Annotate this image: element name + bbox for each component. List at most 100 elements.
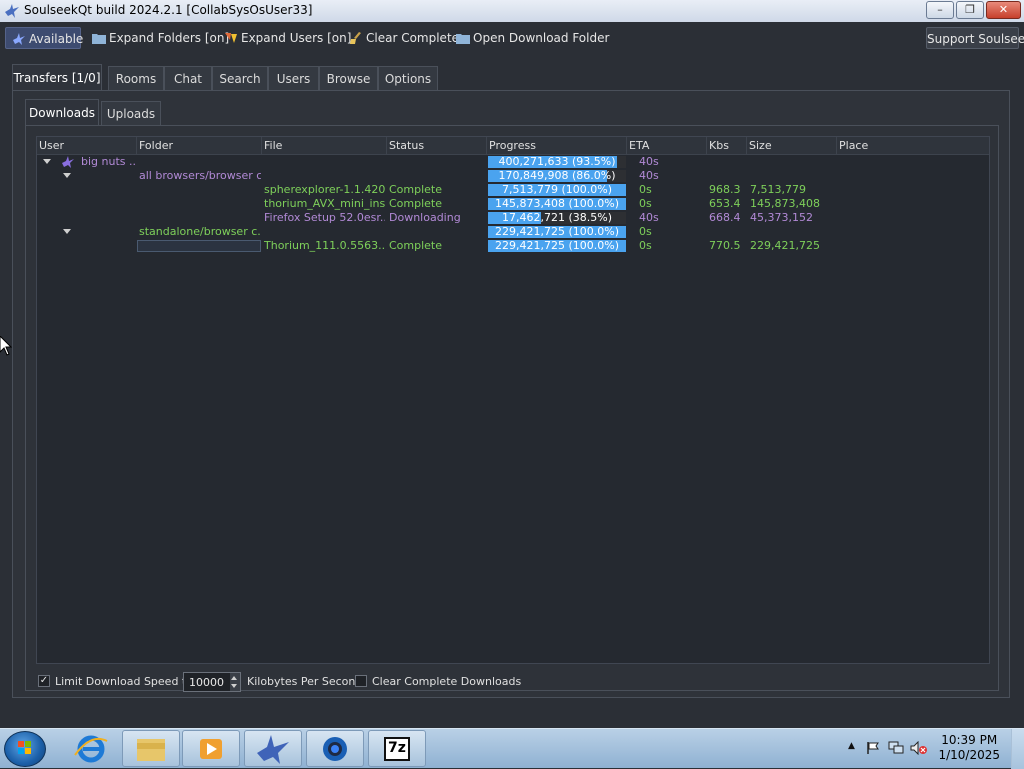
file-cell bbox=[264, 155, 385, 169]
tree-row[interactable]: big nuts ... 400,271,633 (93.5%) 40s bbox=[37, 155, 989, 169]
progress-text: 400,271,633 (93.5%) bbox=[498, 155, 616, 168]
close-button[interactable]: ✕ bbox=[986, 1, 1021, 19]
tab-chat[interactable]: Chat bbox=[164, 66, 212, 90]
chrome-icon bbox=[323, 737, 347, 761]
progress-bar: 7,513,779 (100.0%) bbox=[488, 184, 626, 196]
column-place[interactable]: Place bbox=[837, 137, 989, 154]
downloads-tree[interactable]: User Folder File Status Progress ETA Kbs… bbox=[36, 136, 990, 664]
progress-text: 229,421,725 (100.0%) bbox=[494, 239, 619, 252]
taskbar-7zip[interactable]: 7z bbox=[368, 730, 426, 767]
user-cell bbox=[81, 197, 137, 211]
place-cell bbox=[839, 169, 989, 183]
tree-row[interactable]: standalone/browser c... 229,421,725 (100.… bbox=[37, 225, 989, 239]
progress-bar: 170,849,908 (86.0%) bbox=[488, 170, 626, 182]
speed-spinbox[interactable] bbox=[183, 672, 241, 692]
action-center-flag-icon[interactable] bbox=[866, 741, 880, 755]
user-cell bbox=[81, 225, 137, 239]
expand-arrow-icon[interactable] bbox=[63, 173, 71, 178]
folder-icon bbox=[92, 34, 106, 44]
column-header-row: User Folder File Status Progress ETA Kbs… bbox=[37, 137, 989, 155]
expand-users-button[interactable]: Expand Users [on] bbox=[224, 27, 351, 49]
kbs-cell bbox=[709, 225, 747, 239]
tab-options[interactable]: Options bbox=[378, 66, 438, 90]
column-kbs[interactable]: Kbs bbox=[707, 137, 747, 154]
expand-arrow-icon[interactable] bbox=[43, 159, 51, 164]
spin-buttons[interactable] bbox=[230, 673, 240, 691]
place-cell bbox=[839, 197, 989, 211]
transfers-pane: Downloads Uploads User Folder File Statu… bbox=[12, 90, 1010, 698]
column-eta[interactable]: ETA bbox=[627, 137, 707, 154]
tray-expand-icon[interactable]: ▲ bbox=[848, 741, 855, 751]
progress-text: 170,849,908 (86.0%) bbox=[498, 169, 616, 182]
tree-row[interactable]: spherexplorer-1.1.420... Complete 7,513,77… bbox=[37, 183, 989, 197]
taskbar-soulseek[interactable] bbox=[244, 730, 302, 767]
column-file[interactable]: File bbox=[262, 137, 387, 154]
support-soulseek-button[interactable]: Support Soulseek! bbox=[926, 27, 1024, 49]
clear-complete-downloads-checkbox[interactable] bbox=[355, 675, 367, 687]
show-desktop-button[interactable] bbox=[1011, 729, 1024, 769]
speed-unit-label: Kilobytes Per Second bbox=[247, 675, 363, 688]
eta-cell: 0s bbox=[639, 225, 652, 238]
user-bird-icon bbox=[62, 156, 74, 168]
clock-time: 10:39 PM bbox=[941, 733, 998, 747]
column-progress[interactable]: Progress bbox=[487, 137, 627, 154]
speed-input[interactable] bbox=[186, 674, 231, 690]
user-cell bbox=[81, 183, 137, 197]
windows-logo-icon bbox=[18, 741, 31, 754]
tab-users[interactable]: Users bbox=[268, 66, 319, 90]
tab-browse[interactable]: Browse bbox=[319, 66, 378, 90]
taskbar: 7z ▲ 10:39 PM 1/10/2025 bbox=[0, 728, 1024, 769]
volume-muted-icon[interactable] bbox=[910, 741, 928, 755]
spin-up-icon[interactable] bbox=[231, 676, 237, 680]
progress-bar: 17,462,721 (38.5%) bbox=[488, 212, 626, 224]
expand-arrow-icon[interactable] bbox=[63, 229, 71, 234]
column-size[interactable]: Size bbox=[747, 137, 837, 154]
taskbar-file-explorer[interactable] bbox=[122, 730, 180, 767]
column-folder[interactable]: Folder bbox=[137, 137, 262, 154]
tab-downloads[interactable]: Downloads bbox=[25, 99, 99, 125]
place-cell bbox=[839, 225, 989, 239]
taskbar-media-player[interactable] bbox=[182, 730, 240, 767]
user-cell bbox=[81, 211, 137, 225]
open-download-folder-button[interactable]: Open Download Folder bbox=[456, 27, 609, 49]
available-button[interactable]: Available bbox=[5, 27, 83, 49]
eta-cell: 0s bbox=[639, 197, 652, 210]
user-cell bbox=[81, 239, 137, 253]
downloads-pane: User Folder File Status Progress ETA Kbs… bbox=[25, 125, 999, 692]
tree-row[interactable]: thorium_AVX_mini_inst... Complete 145,873,… bbox=[37, 197, 989, 211]
tree-row[interactable]: all browsers/browser c... 170,849,908 (86… bbox=[37, 169, 989, 183]
size-cell bbox=[750, 155, 836, 169]
clock[interactable]: 10:39 PM 1/10/2025 bbox=[938, 733, 1000, 763]
user-cell: big nuts ... bbox=[81, 155, 137, 168]
tab-transfers[interactable]: Transfers [1/0] bbox=[12, 64, 102, 90]
maximize-button[interactable]: ❐ bbox=[956, 1, 984, 19]
kbs-cell bbox=[709, 169, 747, 183]
tab-uploads[interactable]: Uploads bbox=[101, 101, 161, 125]
eta-cell: 40s bbox=[639, 211, 659, 224]
kbs-cell: 770.5 bbox=[709, 239, 741, 252]
window-title: SoulseekQt build 2024.2.1 [CollabSysOsUs… bbox=[24, 3, 313, 17]
network-icon[interactable] bbox=[888, 741, 904, 755]
taskbar-internet-explorer[interactable] bbox=[62, 730, 120, 767]
clear-complete-downloads-label: Clear Complete Downloads bbox=[372, 675, 522, 688]
clear-complete-button[interactable]: Clear Complete bbox=[349, 27, 459, 49]
status-cell: Complete bbox=[389, 197, 443, 210]
soulseek-logo-icon bbox=[5, 4, 19, 18]
tab-rooms[interactable]: Rooms bbox=[108, 66, 164, 90]
taskbar-chrome[interactable] bbox=[306, 730, 364, 767]
kbs-cell: 653.4 bbox=[709, 197, 741, 210]
size-cell: 45,373,152 bbox=[750, 211, 813, 224]
spin-down-icon[interactable] bbox=[231, 684, 237, 688]
limit-speed-checkbox[interactable]: ✓ bbox=[38, 675, 50, 687]
minimize-button[interactable]: – bbox=[926, 1, 954, 19]
tab-search[interactable]: Search bbox=[212, 66, 268, 90]
column-status[interactable]: Status bbox=[387, 137, 487, 154]
column-user[interactable]: User bbox=[37, 137, 137, 154]
file-cell: spherexplorer-1.1.420... bbox=[264, 183, 385, 196]
start-button[interactable] bbox=[4, 731, 46, 767]
eta-cell: 0s bbox=[639, 183, 652, 196]
expand-folders-button[interactable]: Expand Folders [on] bbox=[92, 27, 229, 49]
user-cell bbox=[81, 169, 137, 183]
tree-row[interactable]: Firefox Setup 52.0esr... Downloading 17,46… bbox=[37, 211, 989, 225]
place-cell bbox=[839, 239, 989, 253]
